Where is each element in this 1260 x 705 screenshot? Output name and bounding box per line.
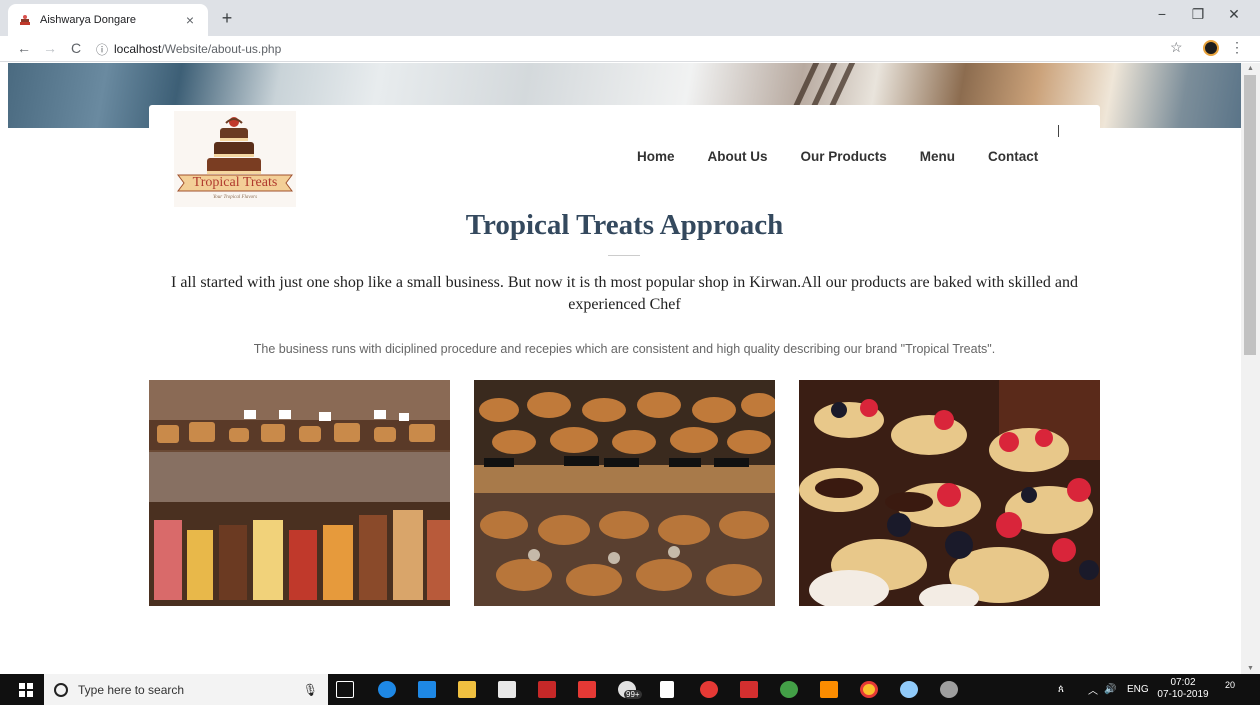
clock-time: 07:02: [1170, 677, 1196, 688]
profile-avatar[interactable]: [1203, 40, 1219, 56]
action-center-icon[interactable]: 20: [1220, 680, 1240, 698]
title-divider: [608, 255, 640, 256]
chrome-icon[interactable]: [860, 681, 878, 698]
windows-taskbar: Type here to search 🎙 99+ ጰ ︿ 🔊 ENG 07:0…: [0, 674, 1260, 705]
app-blue-icon[interactable]: [900, 681, 918, 698]
logo-tagline: Your Tropical Flavors: [212, 195, 258, 200]
brand-paragraph: The business runs with diciplined proced…: [253, 342, 996, 356]
browser-tab[interactable]: Aishwarya Dongare ×: [8, 4, 208, 36]
acrobat-icon[interactable]: [740, 681, 758, 698]
nav-contact[interactable]: Contact: [988, 149, 1038, 164]
browser-menu-icon[interactable]: ⋮: [1230, 39, 1244, 56]
reload-icon[interactable]: C: [66, 39, 86, 57]
volume-icon[interactable]: 🔊: [1104, 674, 1116, 705]
app-gray-icon[interactable]: [940, 681, 958, 698]
people-icon[interactable]: ጰ: [1058, 674, 1064, 705]
text-cursor: [1058, 125, 1059, 137]
store-icon[interactable]: [498, 681, 516, 698]
new-tab-button[interactable]: +: [216, 8, 238, 28]
bookmark-star-icon[interactable]: ☆: [1170, 39, 1183, 56]
scroll-up-icon[interactable]: ▲: [1241, 65, 1260, 72]
xampp-icon[interactable]: [820, 681, 838, 698]
task-view-icon[interactable]: [336, 681, 354, 698]
minimize-button[interactable]: −: [1150, 6, 1174, 22]
scroll-thumb[interactable]: [1244, 75, 1256, 355]
address-bar: ← → C ⓘ localhost/Website/about-us.php ☆: [0, 36, 1260, 62]
fruit-tarts-photo: [799, 380, 1100, 606]
mcafee-icon[interactable]: [538, 681, 556, 698]
site-logo[interactable]: Tropical Treats Your Tropical Flavors: [174, 111, 296, 207]
tab-title: Aishwarya Dongare: [40, 14, 136, 26]
nav-menu[interactable]: Menu: [920, 149, 955, 164]
page-scrollbar[interactable]: ▲ ▼: [1241, 63, 1260, 674]
bakery-shelves-photo: [474, 380, 775, 606]
tray-chevron-icon[interactable]: ︿: [1088, 674, 1098, 705]
pastry-case-photo: [149, 380, 450, 606]
restore-button[interactable]: ❐: [1186, 6, 1210, 23]
url-host: localhost: [114, 42, 162, 56]
windows-logo-icon: [19, 682, 33, 697]
site-info-icon[interactable]: ⓘ: [96, 41, 108, 58]
green-app-icon[interactable]: [780, 681, 798, 698]
intro-paragraph: I all started with just one shop like a …: [171, 274, 1078, 313]
app-red-icon[interactable]: [578, 681, 596, 698]
browser-tab-bar: Aishwarya Dongare × + − ❐ ✕: [0, 0, 1260, 36]
forward-icon[interactable]: →: [40, 39, 60, 57]
language-indicator[interactable]: ENG: [1127, 674, 1149, 705]
close-window-button[interactable]: ✕: [1222, 6, 1246, 23]
nav-about-us[interactable]: About Us: [708, 149, 768, 164]
file-explorer-icon[interactable]: [458, 681, 476, 698]
cake-favicon-icon: [20, 15, 30, 25]
url-input[interactable]: ⓘ localhost/Website/about-us.php: [96, 38, 1166, 60]
l-app-icon[interactable]: [418, 681, 436, 698]
content-card: Tropical Treats Your Tropical Flavors Ho…: [149, 105, 1100, 674]
cortana-icon: [54, 682, 68, 697]
url-path: /Website/about-us.php: [161, 42, 282, 56]
search-placeholder: Type here to search: [78, 682, 185, 697]
taskbar-search-input[interactable]: Type here to search 🎙: [44, 674, 328, 705]
page-title: Tropical Treats Approach: [465, 209, 784, 241]
opera-icon[interactable]: [700, 681, 718, 698]
notification-count: 20: [1224, 680, 1235, 690]
main-nav: Home About Us Our Products Menu Contact: [637, 149, 1071, 164]
mail-badge: 99+: [624, 690, 642, 699]
page-viewport: Tropical Treats Your Tropical Flavors Ho…: [0, 63, 1241, 674]
scroll-down-icon[interactable]: ▼: [1241, 665, 1260, 672]
nav-home[interactable]: Home: [637, 149, 675, 164]
edge-icon[interactable]: [378, 681, 396, 698]
taskbar-clock[interactable]: 07:02 07-10-2019: [1154, 677, 1212, 701]
start-button[interactable]: [8, 674, 44, 705]
microphone-icon[interactable]: 🎙: [303, 683, 318, 697]
logo-text: Tropical Treats: [192, 175, 278, 190]
cake-logo-icon: [177, 117, 293, 192]
nav-our-products[interactable]: Our Products: [801, 149, 887, 164]
tab-close-icon[interactable]: ×: [182, 12, 198, 28]
back-icon[interactable]: ←: [14, 39, 34, 57]
notepad-icon[interactable]: [660, 681, 674, 698]
clock-date: 07-10-2019: [1157, 689, 1209, 700]
